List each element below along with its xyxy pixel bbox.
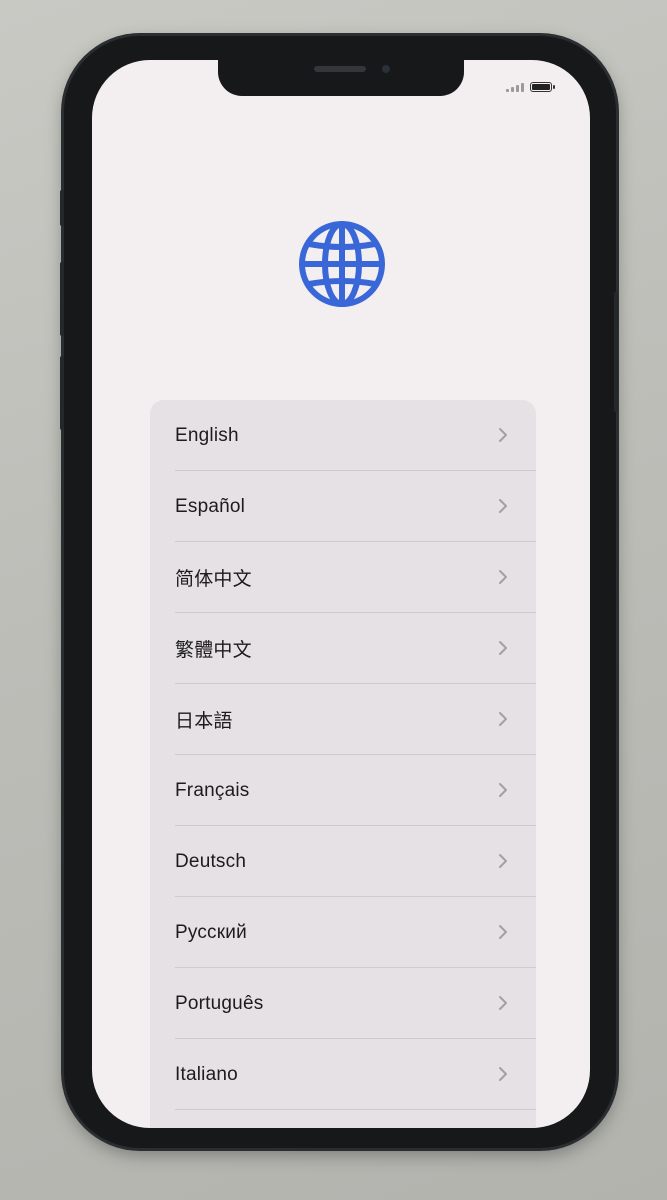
language-row-espanol[interactable]: Español [150, 471, 536, 542]
language-row-portuguese[interactable]: Português [150, 968, 536, 1039]
front-camera [382, 65, 390, 73]
language-row-italian[interactable]: Italiano [150, 1039, 536, 1110]
mute-switch [60, 190, 64, 226]
chevron-right-icon [499, 782, 507, 797]
earpiece-speaker [314, 66, 366, 72]
chevron-right-icon [499, 1066, 507, 1081]
chevron-right-icon [499, 924, 507, 939]
language-label: Français [175, 779, 250, 801]
language-row-english[interactable]: English [150, 400, 536, 471]
language-row-german[interactable]: Deutsch [150, 826, 536, 897]
language-row-french[interactable]: Français [150, 755, 536, 826]
chevron-right-icon [499, 853, 507, 868]
battery-icon [530, 82, 555, 92]
language-label: 简体中文 [175, 569, 252, 590]
language-list: English Español 简体中文 繁體中文 日本語 Français D… [150, 400, 536, 1128]
globe-icon [299, 221, 385, 307]
chevron-right-icon [499, 995, 507, 1010]
volume-down-button [60, 356, 64, 430]
language-label: Español [175, 495, 246, 517]
chevron-right-icon [499, 569, 507, 584]
language-label: English [175, 424, 239, 446]
volume-up-button [60, 262, 64, 336]
language-row-russian[interactable]: Русский [150, 897, 536, 968]
setup-screen: English Español 简体中文 繁體中文 日本語 Français D… [92, 60, 590, 1128]
power-button [614, 292, 618, 412]
chevron-right-icon [499, 427, 507, 442]
language-label: Italiano [175, 1063, 238, 1085]
language-label: 繁體中文 [175, 640, 252, 661]
language-label: 日本語 [175, 711, 233, 732]
language-row-japanese[interactable]: 日本語 [150, 684, 536, 755]
status-bar [506, 82, 555, 92]
chevron-right-icon [499, 498, 507, 513]
language-label: Português [175, 992, 264, 1014]
language-label: Deutsch [175, 850, 247, 872]
chevron-right-icon [499, 640, 507, 655]
notch [218, 60, 464, 96]
language-label: Русский [175, 921, 247, 943]
chevron-right-icon [499, 711, 507, 726]
cellular-signal-icon [506, 82, 524, 92]
language-row-simplified-chinese[interactable]: 简体中文 [150, 542, 536, 613]
language-row-traditional-chinese[interactable]: 繁體中文 [150, 613, 536, 684]
